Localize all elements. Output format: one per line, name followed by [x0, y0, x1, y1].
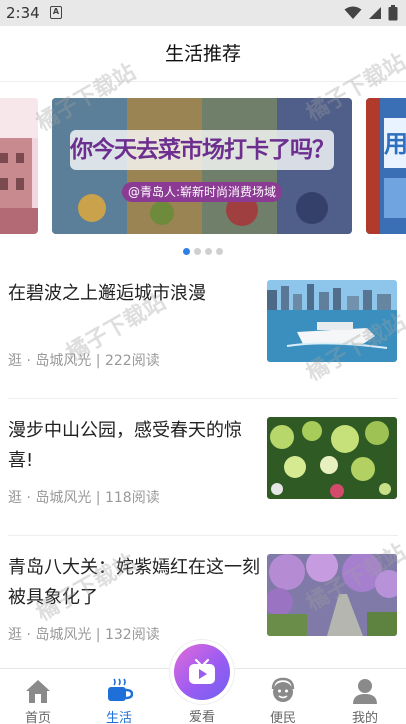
carousel-dot[interactable]	[183, 248, 190, 255]
article-thumbnail-purple-blossom-road[interactable]	[267, 554, 397, 636]
page-title: 生活推荐	[164, 43, 241, 65]
article-thumbnail-spring-flowers[interactable]	[267, 417, 397, 499]
battery-icon	[388, 5, 398, 21]
nav-item-watch[interactable]	[170, 640, 234, 704]
article-meta: 逛 · 岛城风光 | 118阅读	[8, 490, 160, 506]
nav-item-life[interactable]: 生活	[84, 669, 154, 724]
home-icon	[26, 680, 50, 703]
watch-button[interactable]	[174, 644, 230, 700]
nav-label-home: 首页	[24, 711, 51, 724]
nav-item-mine[interactable]: 我的	[330, 669, 400, 724]
wifi-icon	[344, 6, 362, 19]
carousel-dot[interactable]	[216, 248, 223, 255]
article-meta: 逛 · 岛城风光 | 222阅读	[8, 353, 160, 369]
article-title[interactable]: 漫步中山公园，感受春天的惊喜!	[8, 416, 260, 476]
notification-icon: A	[50, 6, 62, 19]
article-meta: 逛 · 岛城风光 | 132阅读	[8, 627, 160, 643]
nav-label-watch: 爱看	[188, 710, 215, 724]
banner-prev-slide[interactable]	[0, 98, 38, 234]
article-title[interactable]: 在碧波之上邂逅城市浪漫	[8, 279, 260, 309]
article-feed: 在碧波之上邂逅城市浪漫 逛 · 岛城风光 | 222阅读 漫步中山公园，感受春天…	[0, 262, 406, 673]
app-header: 生活推荐	[0, 26, 406, 82]
user-icon	[353, 679, 377, 704]
nav-label-service: 便民	[269, 711, 296, 724]
nav-item-home[interactable]: 首页	[3, 669, 73, 724]
coffee-cup-icon	[108, 678, 133, 701]
banner-carousel[interactable]: 你今天去菜市场打卡了吗？ @青岛人:崭新时尚消费场域 用	[0, 82, 406, 260]
carousel-dot[interactable]	[194, 248, 201, 255]
status-bar: 2:34 A	[0, 0, 406, 26]
banner-headline: 你今天去菜市场打卡了吗？	[70, 137, 335, 163]
article-title[interactable]: 青岛八大关：姹紫嫣红在这一刻被具象化了	[8, 553, 260, 613]
nav-label-life: 生活	[105, 711, 132, 724]
nav-item-service[interactable]: 便民	[248, 669, 318, 724]
banner-next-slide[interactable]: 用	[366, 98, 406, 234]
banner-main-slide[interactable]: 你今天去菜市场打卡了吗？ @青岛人:崭新时尚消费场域	[52, 98, 352, 234]
article-item[interactable]: 在碧波之上邂逅城市浪漫 逛 · 岛城风光 | 222阅读	[8, 262, 398, 399]
status-time: 2:34	[6, 4, 40, 22]
banner-next-text: 用	[384, 130, 406, 158]
banner-subline: @青岛人:崭新时尚消费场域	[127, 185, 277, 199]
nav-label-mine: 我的	[351, 711, 378, 724]
carousel-dots	[0, 248, 406, 255]
signal-icon	[369, 7, 381, 19]
tv-play-icon	[189, 658, 215, 684]
carousel-dot[interactable]	[205, 248, 212, 255]
article-thumbnail-harbor-ferry[interactable]	[267, 280, 397, 362]
service-face-icon	[271, 677, 295, 702]
status-icons	[344, 5, 398, 21]
article-item[interactable]: 漫步中山公园，感受春天的惊喜! 逛 · 岛城风光 | 118阅读	[8, 399, 398, 536]
